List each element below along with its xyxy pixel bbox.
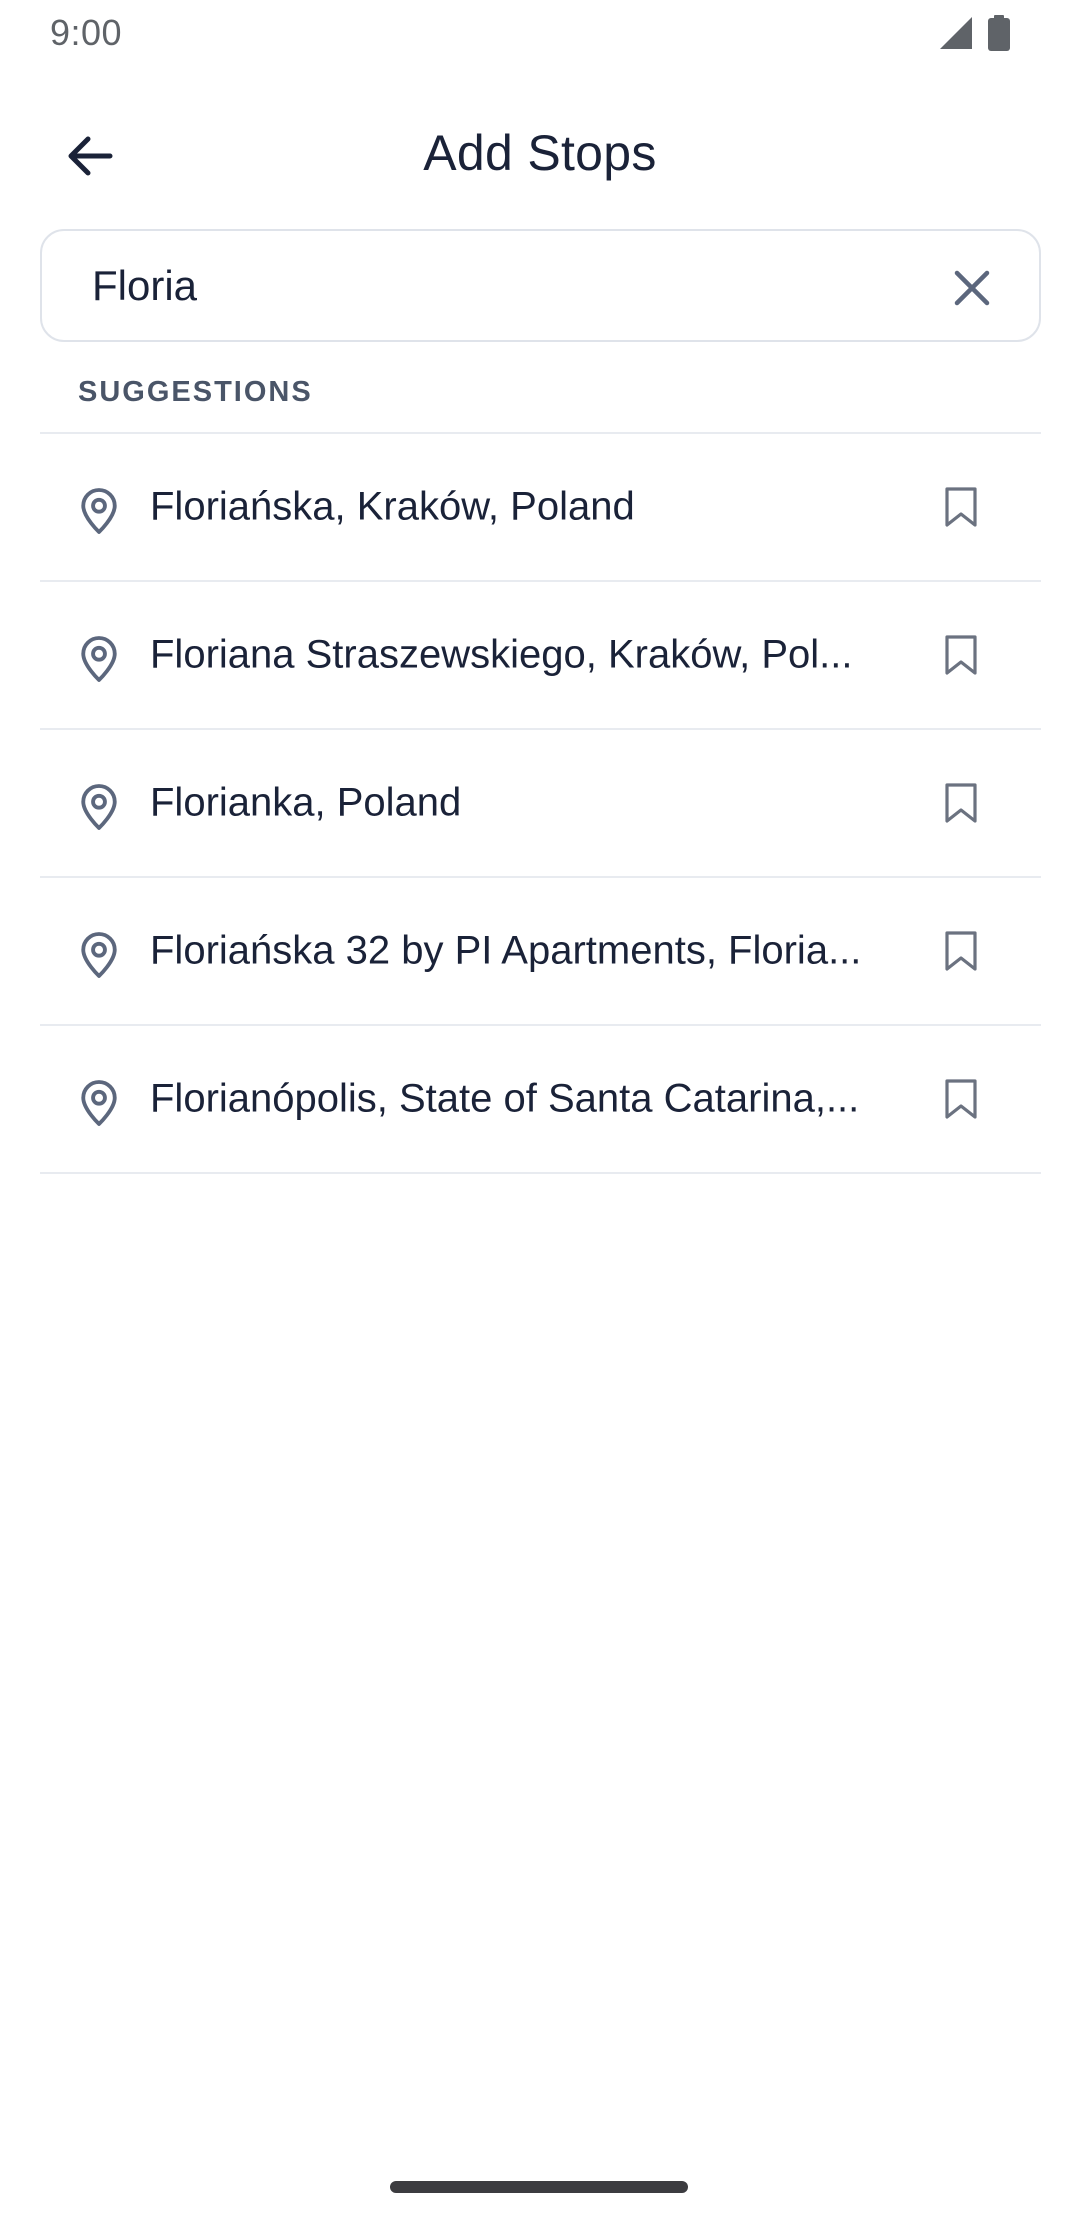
map-pin-icon	[81, 1080, 117, 1126]
map-pin-icon	[81, 488, 117, 534]
suggestions-header: SUGGESTIONS	[78, 376, 313, 408]
battery-icon	[988, 15, 1010, 51]
search-input[interactable]	[92, 257, 912, 315]
status-icons	[938, 14, 1010, 52]
home-indicator[interactable]	[390, 2181, 688, 2193]
bookmark-button[interactable]	[931, 773, 991, 833]
list-item[interactable]: Floriańska, Kraków, Poland	[40, 434, 1041, 582]
signal-icon	[940, 17, 972, 49]
bookmark-button[interactable]	[931, 1069, 991, 1129]
status-bar: 9:00	[0, 0, 1080, 68]
bookmark-button[interactable]	[931, 921, 991, 981]
list-item[interactable]: Florianka, Poland	[40, 730, 1041, 878]
page-title: Add Stops	[423, 125, 657, 181]
status-time: 9:00	[50, 12, 123, 53]
list-item-label: Florianópolis, State of Santa Catarina,.…	[150, 1076, 860, 1121]
bookmark-button[interactable]	[931, 477, 991, 537]
list-item-label: Florianka, Poland	[150, 780, 462, 825]
bookmark-icon	[945, 1079, 977, 1119]
suggestions-list: Floriańska, Kraków, Poland Floriana Stra…	[40, 432, 1041, 1174]
top-app-bar: Add Stops	[0, 110, 1080, 202]
search-box	[40, 229, 1041, 342]
map-pin-icon	[81, 784, 117, 830]
list-item[interactable]: Florianópolis, State of Santa Catarina,.…	[40, 1026, 1041, 1174]
bookmark-icon	[945, 635, 977, 675]
map-pin-icon	[81, 932, 117, 978]
list-item-label: Floriana Straszewskiego, Kraków, Pol...	[150, 632, 853, 677]
add-stops-screen: 9:00 Add Stops SUGGESTIONS	[0, 0, 1080, 2220]
list-item-label: Floriańska 32 by PI Apartments, Floria..…	[150, 928, 862, 973]
map-pin-icon	[81, 636, 117, 682]
bookmark-icon	[945, 931, 977, 971]
list-item[interactable]: Floriana Straszewskiego, Kraków, Pol...	[40, 582, 1041, 730]
list-item[interactable]: Floriańska 32 by PI Apartments, Floria..…	[40, 878, 1041, 1026]
clear-search-button[interactable]	[945, 261, 999, 315]
bookmark-icon	[945, 487, 977, 527]
bookmark-button[interactable]	[931, 625, 991, 685]
list-item-label: Floriańska, Kraków, Poland	[150, 484, 635, 529]
close-icon	[954, 270, 990, 306]
bookmark-icon	[945, 783, 977, 823]
